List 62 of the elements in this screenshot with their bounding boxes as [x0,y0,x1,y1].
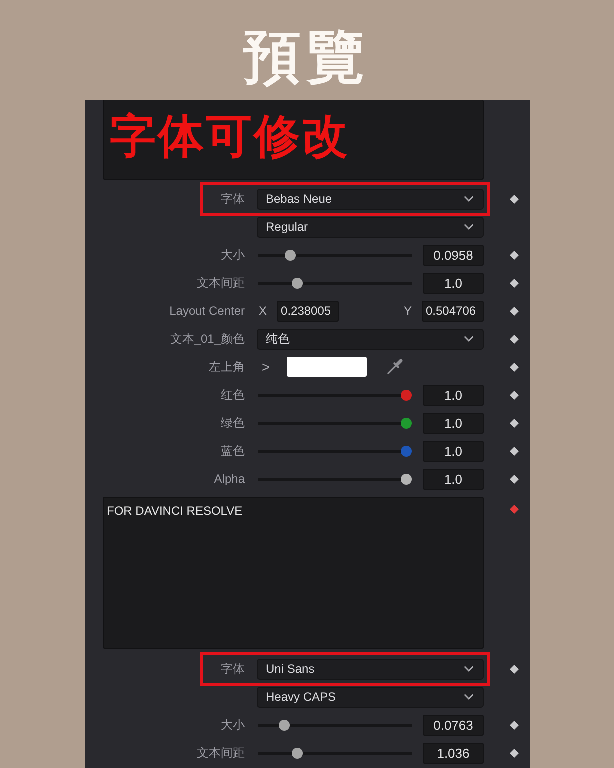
diamond-icon[interactable] [510,446,519,456]
property-label: Layout Center [170,304,245,318]
slider-thumb[interactable] [292,278,304,288]
property-label: 文本_01_颜色 [170,330,245,348]
dropdown[interactable]: 纯色 [257,328,484,350]
x-field[interactable]: 0.238005 [277,300,340,322]
diamond-icon[interactable] [510,334,519,344]
diamond-icon[interactable] [510,720,519,730]
color-swatch-icon[interactable] [287,357,368,377]
dropdown[interactable]: Uni Sans [257,658,484,680]
chevron-down-icon [464,196,474,202]
value-field[interactable]: 1.0 [423,440,484,462]
property-label: 大小 [221,716,245,734]
slider-thumb[interactable] [401,390,412,400]
expand-toggle[interactable]: > [262,359,270,375]
axis-label: Y [404,304,412,318]
slider-thumb[interactable] [401,446,412,456]
property-label: 红色 [221,386,245,404]
value-field[interactable]: 1.036 [423,742,484,764]
page-title: 預覽 [243,28,371,86]
diamond-icon[interactable] [510,748,519,758]
text-field[interactable]: FOR DAVINCI RESOLVE [103,497,484,649]
chevron-down-icon [464,694,474,700]
eyedropper-icon[interactable] [387,359,404,375]
slider-thumb[interactable] [285,250,296,260]
diamond-icon[interactable] [510,306,519,316]
diamond-icon[interactable] [510,278,519,288]
property-label: 左上角 [209,358,245,376]
chevron-down-icon [464,336,474,342]
chevron-down-icon [464,224,474,230]
diamond-icon[interactable] [510,250,519,260]
property-label: 大小 [221,246,245,264]
property-label: 蓝色 [221,442,245,460]
slider-thumb[interactable] [401,474,412,484]
dropdown[interactable]: Bebas Neue [257,188,484,210]
axis-label: X [259,304,268,318]
y-field[interactable]: 0.504706 [422,300,484,322]
slider-thumb[interactable] [401,418,412,428]
property-label: 字体 [221,190,245,208]
diamond-icon[interactable] [510,418,519,428]
diamond-icon[interactable] [510,362,519,372]
value-field[interactable]: 1.0 [423,468,484,490]
property-label: Alpha [214,472,245,486]
chevron-down-icon [464,666,474,672]
value-field[interactable]: 0.0763 [423,714,484,736]
property-label: 字体 [221,660,245,678]
property-label: 绿色 [221,414,245,432]
diamond-icon[interactable] [510,390,519,400]
value-field[interactable]: 1.0 [423,384,484,406]
diamond-icon[interactable] [510,194,519,204]
diamond-icon[interactable] [510,474,519,484]
dropdown[interactable]: Heavy CAPS [257,686,484,708]
text-field[interactable]: 字体可修改 [103,100,484,180]
slider-thumb[interactable] [279,720,290,730]
value-field[interactable]: 1.0 [423,272,484,294]
dropdown[interactable]: Regular [257,216,484,238]
value-field[interactable]: 0.0958 [423,244,484,266]
property-label: 文本间距 [197,744,245,762]
value-field[interactable]: 1.0 [423,412,484,434]
diamond-icon[interactable] [510,664,519,674]
slider-thumb[interactable] [292,748,304,758]
property-label: 文本间距 [197,274,245,292]
